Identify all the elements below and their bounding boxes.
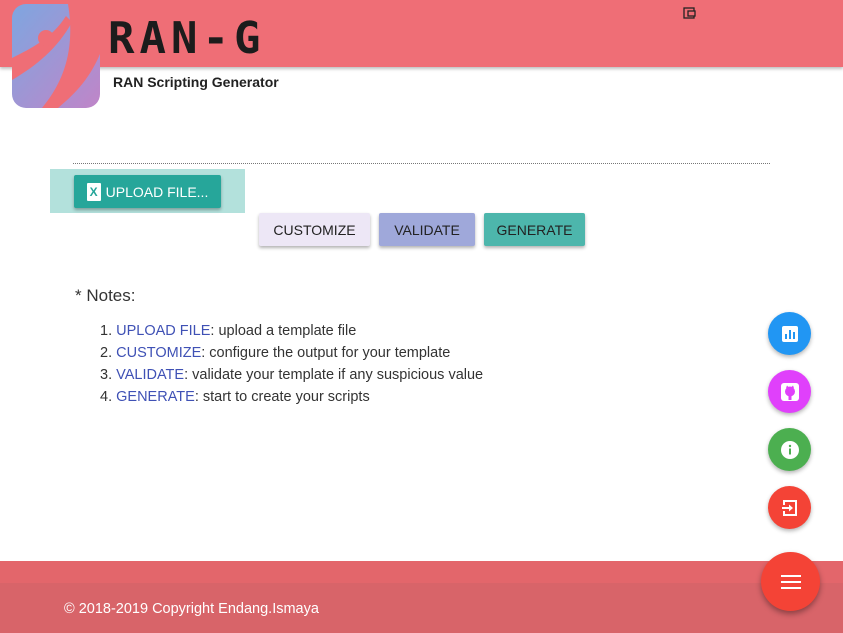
rang-logo-icon	[12, 4, 100, 108]
window-icon[interactable]	[683, 7, 696, 20]
list-item: 3. VALIDATE: validate your template if a…	[100, 364, 483, 386]
list-item: 4. GENERATE: start to create your script…	[100, 386, 483, 408]
upload-file-button[interactable]: X UPLOAD FILE...	[74, 175, 221, 208]
logout-fab-button[interactable]	[768, 486, 811, 529]
note-number: 1.	[100, 323, 113, 339]
notes-list: 1. UPLOAD FILE: upload a template file 2…	[100, 320, 483, 408]
note-number: 3.	[100, 367, 113, 383]
footer: © 2018-2019 Copyright Endang.Ismaya	[0, 561, 843, 633]
note-number: 4.	[100, 389, 113, 405]
divider	[73, 163, 770, 164]
note-text: : start to create your scripts	[194, 389, 370, 405]
upload-file-label: UPLOAD FILE...	[105, 183, 209, 200]
validate-button[interactable]: VALIDATE	[379, 213, 475, 246]
logout-icon	[781, 499, 797, 516]
bar-chart-icon	[781, 325, 798, 342]
info-icon	[780, 440, 799, 459]
generate-button[interactable]: GENERATE	[484, 213, 585, 246]
note-keyword: GENERATE	[116, 389, 195, 405]
app-subtitle: RAN Scripting Generator	[113, 74, 279, 90]
note-keyword: VALIDATE	[116, 367, 185, 383]
note-keyword: CUSTOMIZE	[116, 345, 202, 361]
menu-fab-button[interactable]	[761, 552, 820, 611]
menu-icon	[780, 574, 801, 589]
info-fab-button[interactable]	[768, 428, 811, 471]
github-icon	[780, 382, 799, 401]
list-item: 2. CUSTOMIZE: configure the output for y…	[100, 342, 483, 364]
list-item: 1. UPLOAD FILE: upload a template file	[100, 320, 483, 342]
note-keyword: UPLOAD FILE	[116, 323, 211, 339]
note-text: : configure the output for your template	[201, 345, 451, 361]
notes-title: * Notes:	[75, 286, 136, 305]
app-title: RAN-G	[108, 13, 266, 64]
note-text: : validate your template if any suspicio…	[184, 367, 484, 383]
github-fab-button[interactable]	[768, 370, 811, 413]
copyright-text: © 2018-2019 Copyright Endang.Ismaya	[64, 601, 319, 617]
chart-fab-button[interactable]	[768, 312, 811, 355]
customize-button[interactable]: CUSTOMIZE	[259, 213, 370, 246]
note-number: 2.	[100, 345, 113, 361]
note-text: : upload a template file	[210, 323, 357, 339]
excel-file-icon: X	[86, 182, 101, 201]
